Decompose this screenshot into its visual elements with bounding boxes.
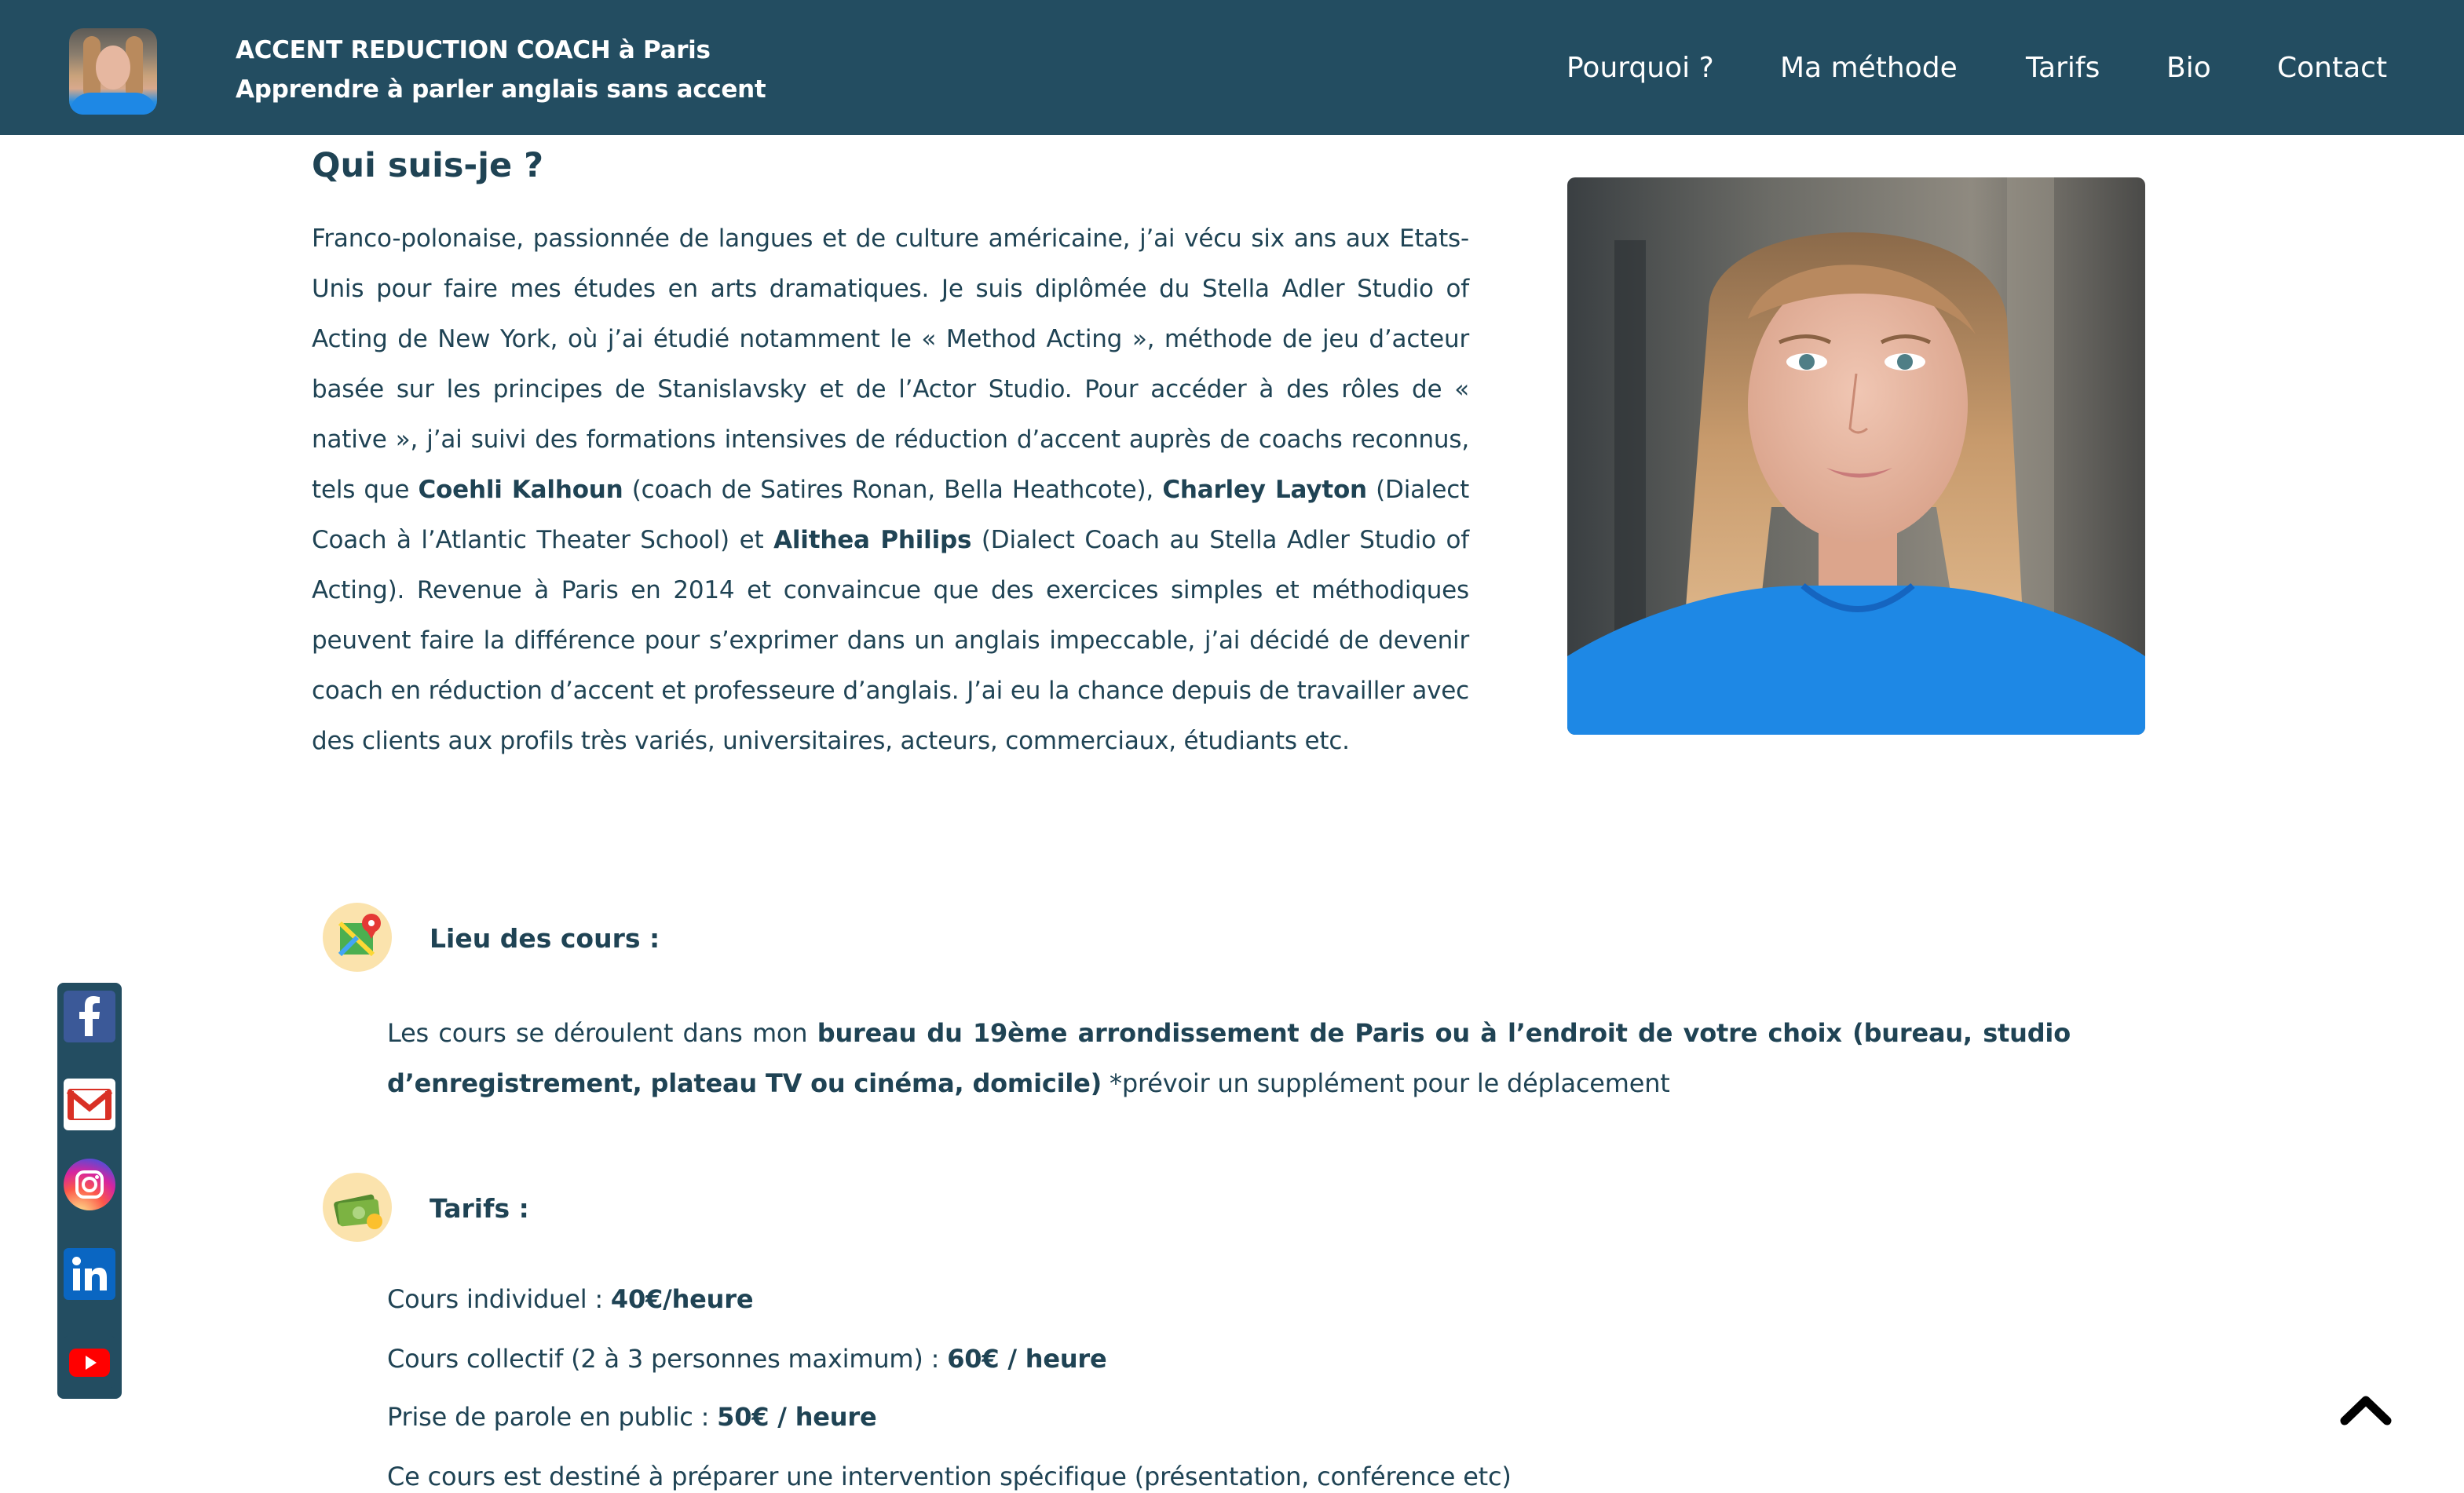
- site-header: ACCENT REDUCTION COACH à Paris Apprendre…: [0, 0, 2464, 135]
- bio-text-2: (coach de Satires Ronan, Bella Heathcote…: [623, 476, 1163, 504]
- tarif-price: 60€ / heure: [947, 1344, 1107, 1374]
- lieu-paragraph: Les cours se déroulent dans mon bureau d…: [387, 1008, 2071, 1108]
- tarif-collectif: Cours collectif (2 à 3 personnes maximum…: [387, 1344, 1107, 1374]
- nav-pourquoi[interactable]: Pourquoi ?: [1567, 52, 1714, 84]
- logo-face: [96, 46, 130, 89]
- tarif-label: Prise de parole en public :: [387, 1402, 718, 1432]
- chevron-up-icon[interactable]: [2338, 1389, 2393, 1429]
- bio-text-4: (Dialect Coach au Stella Adler Studio of…: [312, 526, 1469, 755]
- portrait-photo: [1567, 177, 2145, 735]
- site-subtitle: Apprendre à parler anglais sans accent: [236, 75, 766, 104]
- nav-bio[interactable]: Bio: [2166, 52, 2211, 84]
- bio-heading: Qui suis-je ?: [312, 146, 544, 185]
- tarif-label: Cours collectif (2 à 3 personnes maximum…: [387, 1344, 948, 1374]
- coach-name-3: Alithea Philips: [773, 526, 972, 554]
- coach-name-1: Coehli Kalhoun: [418, 476, 623, 504]
- social-sidebar: [57, 983, 122, 1399]
- lieu-text-1: Les cours se déroulent dans mon: [387, 1018, 817, 1048]
- lieu-title: Lieu des cours :: [430, 923, 660, 954]
- tarif-prise-de-parole: Prise de parole en public : 50€ / heure: [387, 1402, 877, 1432]
- logo-avatar[interactable]: [69, 28, 157, 115]
- instagram-icon[interactable]: [64, 1159, 115, 1210]
- youtube-icon[interactable]: [64, 1336, 115, 1388]
- money-icon: [323, 1173, 392, 1242]
- site-title: ACCENT REDUCTION COACH à Paris: [236, 36, 711, 64]
- logo-shirt: [69, 93, 157, 115]
- facebook-icon[interactable]: [64, 991, 115, 1042]
- lieu-text-2: *prévoir un supplément pour le déplaceme…: [1102, 1068, 1670, 1098]
- tarif-note: Ce cours est destiné à préparer une inte…: [387, 1462, 1512, 1491]
- tarif-price: 40€/heure: [610, 1284, 754, 1314]
- tarif-individuel: Cours individuel : 40€/heure: [387, 1284, 754, 1314]
- bio-paragraph: Franco-polonaise, passionnée de langues …: [312, 214, 1469, 766]
- nav-tarifs[interactable]: Tarifs: [2026, 52, 2100, 84]
- nav-contact[interactable]: Contact: [2277, 52, 2387, 84]
- nav-ma-methode[interactable]: Ma méthode: [1780, 52, 1958, 84]
- coach-name-2: Charley Layton: [1162, 476, 1367, 504]
- bio-text-1: Franco-polonaise, passionnée de langues …: [312, 224, 1469, 504]
- map-pin-icon: [323, 903, 392, 972]
- tarif-label: Cours individuel :: [387, 1284, 611, 1314]
- tarif-price: 50€ / heure: [717, 1402, 877, 1432]
- portrait-illustration: [1567, 177, 2145, 735]
- tarifs-title: Tarifs :: [430, 1193, 529, 1224]
- linkedin-icon[interactable]: [64, 1248, 115, 1300]
- gmail-icon[interactable]: [64, 1079, 115, 1130]
